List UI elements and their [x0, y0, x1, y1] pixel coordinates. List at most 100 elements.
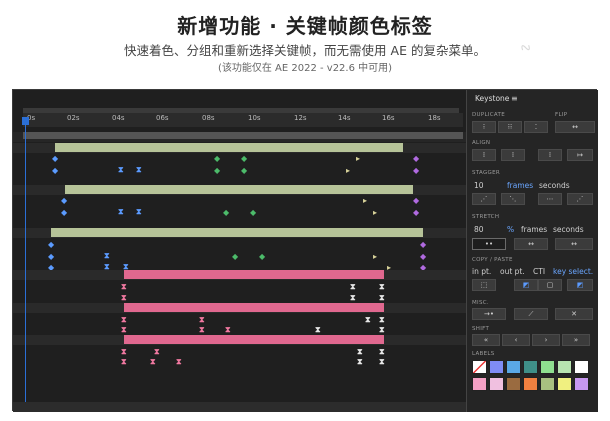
stagger-frames-option[interactable]: frames [507, 181, 533, 190]
duplicate-btn-3[interactable]: ⁚ [524, 121, 548, 133]
label-color-swatch[interactable] [523, 360, 538, 374]
keyframe-white[interactable]: ⧗ [350, 294, 356, 302]
keyframe-white[interactable]: ⧗ [365, 316, 371, 324]
stagger-btn-3[interactable]: ⋯ [538, 193, 562, 205]
stretch-frames-option[interactable]: frames [521, 225, 547, 234]
keyframe-green[interactable]: ◆ [259, 253, 265, 261]
layer-bar-pink[interactable] [124, 335, 384, 344]
keyframe-blue[interactable]: ◆ [48, 253, 54, 261]
keyframe-white[interactable]: ⧗ [379, 348, 385, 356]
keyframe-white[interactable]: ⧗ [357, 348, 363, 356]
stretch-btn-2[interactable]: ↔ [514, 238, 548, 250]
keyframe-pink[interactable]: ⧗ [199, 316, 205, 324]
keyframe-green[interactable]: ◆ [241, 155, 247, 163]
keyframe-pink[interactable]: ⧗ [121, 294, 127, 302]
layer-bar-pink[interactable] [124, 270, 384, 279]
label-color-swatch[interactable] [557, 360, 572, 374]
keyframe-pink[interactable]: ⧗ [225, 326, 231, 334]
keyframe-green[interactable]: ◆ [232, 253, 238, 261]
label-color-swatch[interactable] [472, 377, 487, 391]
keyframe-green[interactable]: ◆ [214, 167, 220, 175]
keyframe-pink[interactable]: ⧗ [154, 348, 160, 356]
paste-button[interactable]: ◩ [514, 279, 538, 291]
keyframe-white[interactable]: ⧗ [357, 358, 363, 366]
shift-far-left-button[interactable]: « [472, 334, 500, 346]
layer-bar-pink[interactable] [124, 303, 384, 312]
keyframe-pink[interactable]: ⧗ [121, 326, 127, 334]
copy-cti[interactable]: CTI [533, 267, 545, 276]
flip-button[interactable]: ↔ [555, 121, 595, 133]
label-color-swatch[interactable] [489, 360, 504, 374]
duplicate-btn-1[interactable]: ⁝ [472, 121, 496, 133]
shift-left-button[interactable]: ‹ [502, 334, 530, 346]
label-color-swatch[interactable] [540, 360, 555, 374]
copy-in-point[interactable]: in pt. [472, 267, 491, 276]
stagger-btn-2[interactable]: ⋱ [501, 193, 525, 205]
duplicate-btn-2[interactable]: ⁝⁝ [498, 121, 522, 133]
label-color-swatch[interactable] [506, 377, 521, 391]
keyframe-purple[interactable]: ◆ [413, 167, 419, 175]
label-color-swatch[interactable] [557, 377, 572, 391]
label-color-swatch[interactable] [472, 360, 487, 374]
keyframe-white[interactable]: ⧗ [379, 316, 385, 324]
keyframe-green[interactable]: ◆ [223, 209, 229, 217]
keyframe-white[interactable]: ⧗ [379, 283, 385, 291]
copy-key-select[interactable]: key select. [553, 267, 593, 276]
keyframe-purple[interactable]: ◆ [420, 253, 426, 261]
keyframe-blue[interactable]: ⧗ [104, 252, 110, 260]
label-color-swatch[interactable] [523, 377, 538, 391]
keyframe-blue[interactable]: ◆ [61, 197, 67, 205]
keyframe-blue[interactable]: ⧗ [118, 208, 124, 216]
keyframe-purple[interactable]: ◆ [420, 241, 426, 249]
stagger-value[interactable]: 10 [474, 181, 484, 190]
stretch-percent-option[interactable]: % [507, 225, 514, 234]
stagger-btn-1[interactable]: ⋰ [472, 193, 496, 205]
label-color-swatch[interactable] [540, 377, 555, 391]
keyframe-green[interactable]: ◆ [241, 167, 247, 175]
shift-far-right-button[interactable]: » [562, 334, 590, 346]
align-distribute-button[interactable]: ↦ [567, 149, 593, 161]
label-color-swatch[interactable] [506, 360, 521, 374]
keyframe-yellow[interactable]: ▸ [363, 197, 367, 205]
keyframe-yellow[interactable]: ▸ [356, 155, 360, 163]
keyframe-blue[interactable]: ⧗ [136, 166, 142, 174]
timeline-zoom-bar[interactable] [13, 402, 466, 412]
align-left-button[interactable]: ⁞ [472, 149, 496, 161]
keyframe-blue[interactable]: ◆ [52, 155, 58, 163]
stagger-seconds-option[interactable]: seconds [539, 181, 570, 190]
keyframe-blue[interactable]: ⧗ [118, 166, 124, 174]
keyframe-yellow[interactable]: ▸ [346, 167, 350, 175]
keyframe-green[interactable]: ◆ [250, 209, 256, 217]
keyframe-white[interactable]: ⧗ [379, 326, 385, 334]
panel-menu-icon[interactable]: ≡ [511, 94, 518, 103]
misc-btn-2[interactable]: ⟋ [514, 308, 548, 320]
playhead[interactable] [22, 117, 29, 125]
keyframe-purple[interactable]: ◆ [413, 155, 419, 163]
keyframe-white[interactable]: ⧗ [379, 294, 385, 302]
keyframe-pink[interactable]: ⧗ [176, 358, 182, 366]
keyframe-pink[interactable]: ⧗ [121, 283, 127, 291]
label-color-swatch[interactable] [574, 360, 589, 374]
keyframe-green[interactable]: ◆ [214, 155, 220, 163]
keyframe-purple[interactable]: ◆ [413, 197, 419, 205]
paste-replace-button[interactable]: ◩ [567, 279, 593, 291]
stagger-btn-4[interactable]: ⋰ [567, 193, 593, 205]
keyframe-purple[interactable]: ◆ [413, 209, 419, 217]
copy-button[interactable]: ⬚ [472, 279, 496, 291]
misc-btn-3[interactable]: ✕ [555, 308, 593, 320]
misc-btn-1[interactable]: →• [472, 308, 506, 320]
stretch-value[interactable]: 80 [474, 225, 484, 234]
paste-option-button[interactable]: ▢ [538, 279, 562, 291]
keyframe-pink[interactable]: ⧗ [121, 316, 127, 324]
keyframe-blue[interactable]: ◆ [61, 209, 67, 217]
keyframe-white[interactable]: ⧗ [379, 358, 385, 366]
keyframe-pink[interactable]: ⧗ [199, 326, 205, 334]
copy-out-point[interactable]: out pt. [500, 267, 525, 276]
time-ruler[interactable] [23, 113, 463, 127]
stretch-btn-1[interactable]: •• [472, 238, 506, 250]
keyframe-white[interactable]: ⧗ [350, 283, 356, 291]
label-color-swatch[interactable] [574, 377, 589, 391]
shift-right-button[interactable]: › [532, 334, 560, 346]
layer-bar-green[interactable] [65, 185, 413, 194]
label-color-swatch[interactable] [489, 377, 504, 391]
